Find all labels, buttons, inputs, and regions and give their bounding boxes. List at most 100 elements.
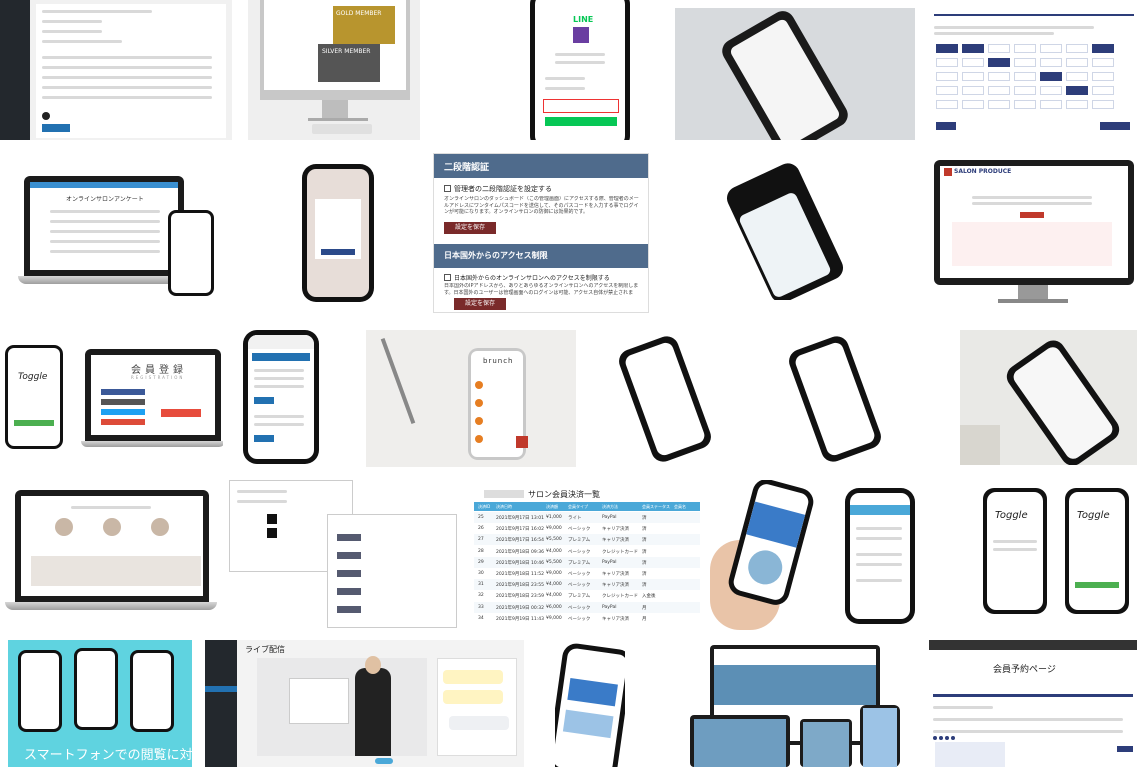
live-stream-title: ライブ配信 (245, 645, 285, 654)
table-cell: 入金後 (642, 594, 656, 600)
table-cell: ¥1,000 (546, 515, 562, 520)
table-cell: 31 (478, 582, 484, 588)
toggle-login-phones[interactable]: Toggle Toggle (983, 488, 1137, 616)
table-cell: 済 (642, 516, 647, 521)
table-cell: プレミアム (568, 560, 591, 566)
tilted-phone-photo[interactable] (720, 160, 850, 300)
table-cell: ¥4,000 (546, 582, 562, 588)
toggle-logo-left: Toggle (995, 510, 1028, 521)
table-cell: 済 (642, 538, 647, 544)
table-row: 34 2021年9月19日 11:43 ¥9,000 ベーシック キャリア決済 月 (474, 612, 712, 624)
table-cell: ベーシック (568, 572, 591, 577)
two-tilted-phones[interactable] (600, 330, 900, 465)
table-cell: 2021年9月17日 16:54 (496, 538, 544, 544)
table-cell: 2021年9月17日 16:02 (496, 527, 544, 533)
table-row: 27 2021年9月17日 16:54 ¥5,500 プレミアム キャリア決済 済 (474, 534, 712, 546)
table-cell: キャリア決済 (602, 527, 629, 533)
geo-restriction-heading: 日本国外からのアクセス制限 (444, 251, 548, 260)
table-cell: プレミアム (568, 538, 591, 544)
travel-site-devices[interactable] (690, 645, 914, 767)
two-factor-save-button[interactable]: 設定を保存 (444, 222, 496, 234)
table-cell: 2021年9月17日 13:01 (496, 516, 544, 521)
table-cell: ¥5,500 (546, 537, 562, 543)
reservation-page[interactable]: 会員予約ページ (929, 640, 1137, 767)
table-cell: ベーシック (568, 549, 591, 555)
table-cell: キャリア決済 (602, 583, 629, 589)
table-cell: 2021年9月18日 23:55 (496, 583, 544, 589)
live-stream-admin[interactable]: ライブ配信 (205, 640, 524, 767)
table-cell: ¥9,000 (546, 615, 562, 621)
table-cell: PayPal (602, 515, 617, 520)
col-header-amount: 決済額 (546, 504, 558, 509)
col-header-date: 決済日時 (496, 504, 512, 509)
reservation-page-title: 会員予約ページ (993, 665, 1056, 675)
membership-cards-desktop[interactable]: GOLD MEMBER SILVER MEMBER (248, 0, 420, 140)
table-cell: ベーシック (568, 583, 591, 589)
smartphone-banner-caption: スマートフォンでの閲覧に対応 (24, 748, 192, 763)
brunch-logo: brunch (483, 357, 514, 365)
table-cell: 33 (478, 604, 484, 610)
table-cell: ¥4,000 (546, 593, 562, 599)
online-salon-survey-devices[interactable]: オンラインサロンアンケート (18, 170, 218, 300)
table-row: 30 2021年9月18日 11:52 ¥9,000 ベーシック キャリア決済 済 (474, 568, 712, 579)
table-cell: ライト (568, 516, 582, 521)
table-cell: ベーシック (568, 605, 591, 611)
registration-devices[interactable]: Toggle 会員登録 REGISTRATION (5, 345, 223, 455)
phone-on-table-photo[interactable] (960, 330, 1137, 465)
salon-produce-monitor[interactable]: SALON PRODUCE (932, 160, 1137, 310)
col-header-id: 決済ID (478, 504, 491, 509)
geo-restriction-description: 日本国外のIPアドレスから、ありとあらゆるオンラインサロンへのアクセスを制限しま… (444, 283, 639, 296)
table-cell: 30 (478, 571, 484, 576)
table-cell: ¥4,000 (546, 548, 562, 554)
registration-subtitle: REGISTRATION (131, 375, 185, 380)
settings-phone[interactable] (243, 330, 319, 464)
table-cell: 済 (642, 572, 647, 577)
table-cell: 済 (642, 527, 647, 533)
table-cell: クレジットカード (602, 594, 638, 600)
salon-profile-laptop[interactable] (5, 488, 217, 613)
table-cell: 2021年9月18日 23:59 (496, 594, 544, 600)
chat-phone[interactable] (845, 488, 915, 624)
table-cell: ベーシック (568, 616, 591, 622)
travel-chat-phone[interactable] (555, 640, 625, 767)
security-settings-panel[interactable]: 二段階認証 管理者の二段階認証を設定する オンラインサロンのダッシュボード（この… (433, 153, 649, 313)
reservation-grid-thumbnail[interactable] (930, 4, 1137, 140)
registration-title: 会員登録 (131, 365, 187, 376)
col-header-status: 会員ステータス (642, 504, 670, 509)
phone-in-hand-photo[interactable] (302, 164, 374, 302)
table-cell: プレミアム (568, 594, 591, 600)
smartphone-support-banner[interactable]: スマートフォンでの閲覧に対応 (8, 640, 192, 767)
geo-restriction-checkbox-label: 日本国外からのオンラインサロンへのアクセスを制限する (454, 275, 610, 282)
table-cell: PayPal (602, 559, 617, 565)
table-row: 33 2021年9月19日 00:32 ¥6,000 ベーシック PayPal 月 (474, 601, 712, 613)
table-cell: ¥5,500 (546, 559, 562, 565)
table-row: 32 2021年9月18日 23:59 ¥4,000 プレミアム クレジットカード 入金後 (474, 590, 712, 602)
table-cell: ¥9,000 (546, 526, 562, 532)
table-row: 29 2021年9月18日 10:46 ¥5,500 プレミアム PayPal 済 (474, 556, 712, 568)
members-table-header: 決済ID 決済日時 決済額 会員タイプ 決済方法 会員ステータス 会員名 (474, 502, 712, 511)
two-factor-checkbox[interactable] (444, 185, 451, 192)
salon-produce-logo: SALON PRODUCE (954, 168, 1012, 175)
col-header-type: 会員タイプ (568, 504, 588, 509)
table-cell: ¥6,000 (546, 604, 562, 610)
table-cell: 34 (478, 615, 484, 621)
toggle-logo: Toggle (18, 372, 48, 382)
brunch-phone-photo[interactable]: brunch (366, 330, 576, 467)
line-login-phone[interactable]: LINE (500, 0, 650, 140)
table-cell: 月 (642, 616, 647, 622)
members-table-body: 25 2021年9月17日 13:01 ¥1,000 ライト PayPal 済 26 2021… (474, 512, 712, 626)
phone-on-desk-photo[interactable] (675, 8, 915, 140)
table-row: 26 2021年9月17日 16:02 ¥9,000 ベーシック キャリア決済 済 (474, 523, 712, 535)
gold-member-label: GOLD MEMBER (336, 10, 382, 17)
geo-restriction-checkbox[interactable] (444, 274, 451, 281)
table-row: 25 2021年9月17日 13:01 ¥1,000 ライト PayPal 済 (474, 512, 712, 523)
table-cell: 26 (478, 526, 484, 532)
table-cell: キャリア決済 (602, 616, 629, 622)
geo-restriction-save-button[interactable]: 設定を保存 (454, 298, 506, 310)
table-cell: キャリア決済 (602, 538, 629, 544)
two-factor-heading: 二段階認証 (444, 163, 490, 173)
hand-holding-phone-photo[interactable] (700, 480, 832, 630)
admin-form-and-status-table[interactable] (227, 478, 463, 628)
admin-settings-thumbnail[interactable] (0, 0, 232, 140)
online-salon-title: オンラインサロンアンケート (66, 196, 144, 203)
